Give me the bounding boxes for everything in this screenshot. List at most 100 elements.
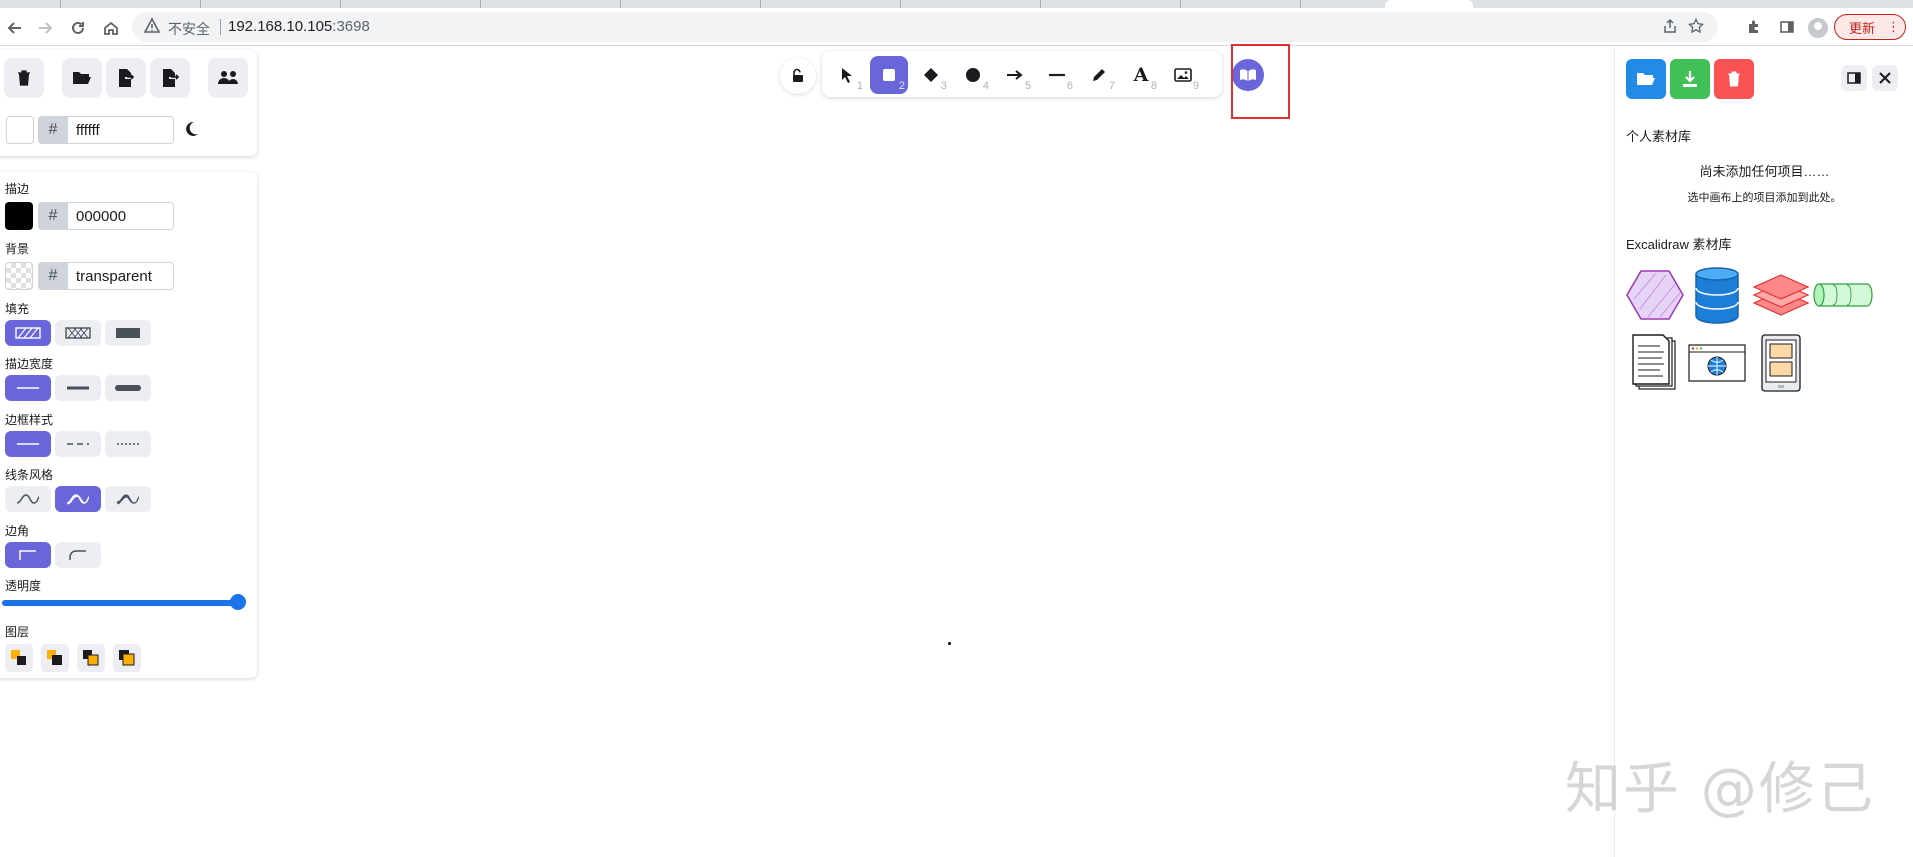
canvas-background-input[interactable]: ffffff (68, 116, 174, 144)
folder-open-icon (1637, 73, 1655, 85)
canvas-dot (948, 642, 951, 645)
library-item-database[interactable] (1687, 265, 1747, 325)
bring-forward-button[interactable] (77, 644, 105, 672)
send-backward-button[interactable] (41, 644, 69, 672)
library-close-button[interactable] (1872, 65, 1898, 91)
background-color-swatch[interactable] (5, 262, 33, 290)
canvas-background-swatch[interactable] (6, 116, 34, 144)
extensions-icon[interactable] (1745, 18, 1763, 36)
fill-hachure-button[interactable] (5, 320, 51, 346)
share-icon[interactable] (1662, 18, 1678, 38)
ellipse-icon (966, 68, 980, 82)
menu-dots-icon: ⋮ (1887, 19, 1901, 34)
fill-cross-hatch-button[interactable] (55, 320, 101, 346)
fill-solid-button[interactable] (105, 320, 151, 346)
library-open-button[interactable] (1626, 59, 1666, 99)
library-item-tablet[interactable] (1751, 333, 1811, 393)
sloppiness-artist-button[interactable] (55, 486, 101, 512)
stroke-color-swatch[interactable] (5, 202, 33, 230)
tool-draw[interactable]: 7 (1080, 56, 1118, 94)
profile-avatar[interactable] (1808, 18, 1828, 38)
stroke-width-thin-button[interactable] (5, 375, 51, 401)
stroke-width-bold-button[interactable] (55, 375, 101, 401)
tool-lock-button[interactable] (780, 58, 816, 94)
bring-to-front-icon (119, 650, 135, 666)
unlock-icon (793, 68, 803, 82)
library-item-document[interactable] (1625, 333, 1685, 393)
bring-to-front-button[interactable] (113, 644, 141, 672)
tab-separator (60, 0, 61, 8)
reload-icon[interactable] (67, 17, 89, 39)
excalidraw-library-heading: Excalidraw 素材库 (1626, 237, 1732, 252)
clear-canvas-button[interactable] (4, 58, 44, 98)
warning-icon[interactable] (143, 17, 161, 37)
library-item-cylinder[interactable] (1813, 265, 1873, 325)
stroke-style-dotted-button[interactable] (105, 431, 151, 457)
hash-label: # (38, 116, 68, 144)
tool-line[interactable]: 6 (1038, 56, 1076, 94)
tool-selection[interactable]: 1 (828, 56, 866, 94)
url-text[interactable]: 192.168.10.105:3698 (228, 18, 370, 35)
tool-arrow[interactable]: 5 (996, 56, 1034, 94)
tool-ellipse[interactable]: 4 (954, 56, 992, 94)
address-bar[interactable]: 不安全 192.168.10.105:3698 (132, 12, 1718, 42)
personal-library-heading: 个人素材库 (1626, 129, 1692, 144)
dock-panel-icon (1847, 72, 1861, 84)
library-panel: 个人素材库 尚未添加任何项目…… 选中画布上的项目添加到此处。 Excalidr… (1614, 47, 1913, 857)
library-item-browser-window[interactable] (1687, 333, 1747, 393)
tablet-mockup-icon (1761, 334, 1801, 392)
export-image-button[interactable] (150, 58, 190, 98)
tool-image[interactable]: 9 (1164, 56, 1202, 94)
background-color-input[interactable]: transparent (68, 262, 174, 290)
sloppiness-architect-button[interactable] (5, 486, 51, 512)
forward-icon[interactable] (34, 17, 56, 39)
tool-diamond[interactable]: 3 (912, 56, 950, 94)
bookmark-star-icon[interactable] (1687, 17, 1705, 38)
save-file-button[interactable] (106, 58, 146, 98)
folder-open-icon (73, 72, 91, 84)
shape-toolbar: 1 2 3 4 5 6 7 A 8 9 (822, 51, 1222, 97)
library-dock-button[interactable] (1841, 65, 1867, 91)
home-icon[interactable] (100, 17, 122, 39)
dark-mode-toggle[interactable] (182, 120, 200, 143)
opacity-slider-track[interactable] (2, 600, 240, 606)
tool-shortcut: 5 (1024, 80, 1031, 92)
send-to-back-icon (11, 650, 26, 665)
open-file-button[interactable] (62, 58, 102, 98)
edges-round-button[interactable] (55, 542, 101, 568)
update-label: 更新 (1849, 20, 1876, 36)
live-collaboration-button[interactable] (208, 58, 248, 98)
sloppiness-cartoonist-icon (116, 494, 140, 505)
edges-label: 边角 (5, 524, 30, 538)
stroke-color-input[interactable]: 000000 (68, 202, 174, 230)
url-host: 192.168.10.105 (228, 18, 333, 35)
stroke-label: 描边 (5, 182, 30, 196)
library-item-layers[interactable] (1751, 265, 1811, 325)
side-panel-icon[interactable] (1778, 18, 1796, 36)
sloppiness-cartoonist-button[interactable] (105, 486, 151, 512)
browser-window-icon (1688, 344, 1746, 382)
tool-shortcut: 4 (982, 80, 989, 92)
tool-shortcut: 6 (1066, 80, 1073, 92)
edges-sharp-button[interactable] (5, 542, 51, 568)
tool-shortcut: 1 (856, 80, 863, 92)
hash-label: # (38, 202, 68, 230)
opacity-slider-thumb[interactable] (230, 594, 246, 610)
stroke-width-extra-bold-button[interactable] (105, 375, 151, 401)
library-item-hexagon[interactable] (1625, 265, 1685, 325)
send-to-back-button[interactable] (5, 644, 33, 672)
tool-text[interactable]: A 8 (1122, 56, 1160, 94)
opacity-label: 透明度 (5, 579, 42, 593)
back-icon[interactable] (4, 17, 26, 39)
update-button[interactable]: 更新 ⋮ (1834, 14, 1906, 40)
stroke-style-dashed-button[interactable] (55, 431, 101, 457)
library-reset-button[interactable] (1714, 59, 1754, 99)
library-export-button[interactable] (1670, 59, 1710, 99)
tool-rectangle[interactable]: 2 (870, 56, 908, 94)
active-tab[interactable] (1385, 0, 1473, 8)
horizontal-cylinder-icon (1813, 283, 1873, 307)
tab-separator (340, 0, 341, 8)
stroke-style-solid-button[interactable] (5, 431, 51, 457)
stroke-bold-icon (67, 386, 89, 390)
image-icon (1174, 68, 1192, 82)
